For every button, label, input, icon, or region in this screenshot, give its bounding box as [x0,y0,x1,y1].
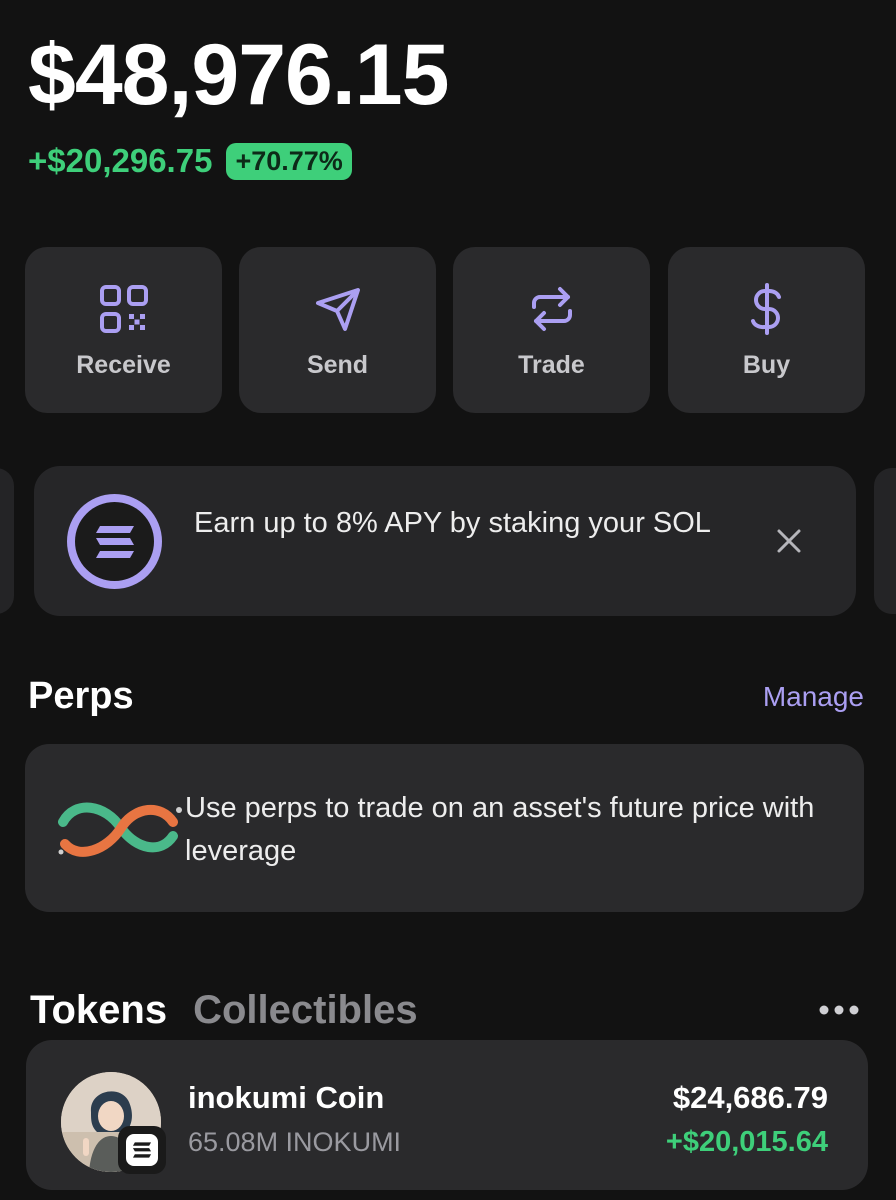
change-amount: +$20,296.75 [28,142,213,179]
token-row[interactable]: inokumi Coin 65.08M INOKUMI $24,686.79 +… [26,1040,868,1190]
wallet-home: $48,976.15 +$20,296.75 +70.77% Receive S… [0,0,896,1200]
receive-label: Receive [76,350,171,379]
solana-chain-icon [126,1134,158,1166]
token-name: inokumi Coin [188,1080,385,1115]
swap-icon [531,286,572,331]
staking-banner-text: Earn up to 8% APY by staking your SOL [194,507,711,539]
portfolio-change: +$20,296.75 +70.77% [28,142,352,180]
quick-actions: Receive Send Trade Buy [25,247,865,413]
perps-title: Perps [28,675,134,717]
send-button[interactable]: Send [239,247,436,413]
change-percent-badge: +70.77% [226,142,352,180]
staking-banner[interactable]: Earn up to 8% APY by staking your SOL [34,466,856,616]
qr-code-icon [99,284,148,333]
token-change: +$20,015.64 [665,1126,828,1158]
token-value: $24,686.79 [672,1080,828,1115]
tab-collectibles[interactable]: Collectibles [193,988,418,1033]
more-icon[interactable] [818,1004,860,1016]
trade-label: Trade [518,350,585,379]
trade-button[interactable]: Trade [453,247,650,413]
asset-tabs: Tokens Collectibles [30,988,418,1033]
send-label: Send [306,350,369,379]
close-icon[interactable] [774,526,804,556]
solana-icon [67,494,162,589]
receive-button[interactable]: Receive [25,247,222,413]
tab-tokens[interactable]: Tokens [30,988,167,1033]
previous-banner-card[interactable] [0,468,14,614]
next-banner-card[interactable] [874,468,896,614]
token-amount: 65.08M INOKUMI [188,1127,402,1157]
chain-badge [118,1126,166,1174]
buy-label: Buy [742,350,791,379]
perps-infinity-icon [58,802,182,857]
buy-button[interactable]: Buy [668,247,865,413]
manage-link[interactable]: Manage [763,681,864,713]
perps-card-text: Use perps to trade on an asset's future … [185,792,815,867]
send-icon [315,287,360,331]
portfolio-balance: $48,976.15 [28,27,449,123]
perps-card[interactable]: Use perps to trade on an asset's future … [25,744,864,912]
dollar-icon [750,282,781,335]
